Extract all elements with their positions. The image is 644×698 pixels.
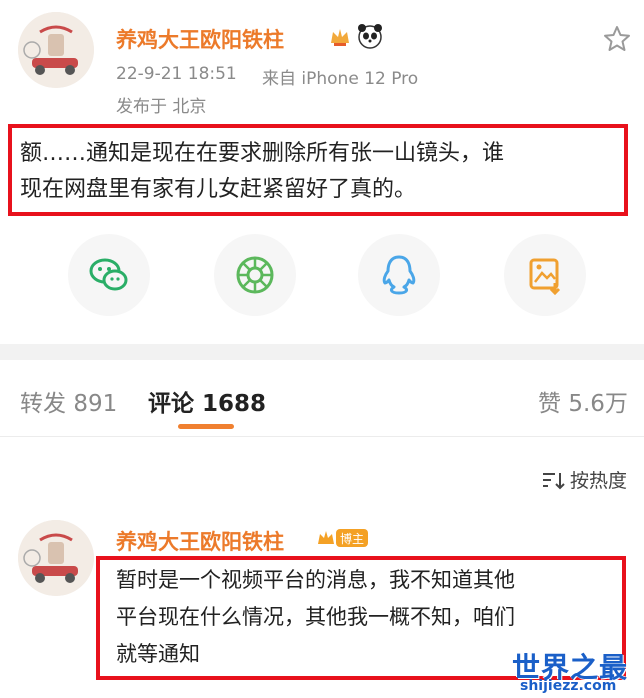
tab-comment-count: 1688 <box>202 391 267 417</box>
active-tab-underline <box>178 424 234 429</box>
tabs-divider <box>0 436 644 437</box>
comment-line-1: 暂时是一个视频平台的消息，我不知道其他 <box>116 568 515 592</box>
badge-crown-icon <box>318 531 334 544</box>
tab-like-count: 5.6万 <box>568 391 628 417</box>
qq-icon <box>382 255 416 295</box>
tab-repost[interactable]: 转发 891 <box>20 384 117 418</box>
tab-comment[interactable]: 评论 1688 <box>148 384 266 418</box>
tab-comment-label: 评论 <box>148 391 194 417</box>
commenter-name[interactable]: 养鸡大王欧阳铁柱 <box>116 526 284 556</box>
save-image-icon <box>529 258 561 295</box>
avatar-illustration <box>18 12 94 88</box>
tab-like[interactable]: 赞 5.6万 <box>538 384 628 418</box>
sort-icon <box>543 472 565 489</box>
save-image-button[interactable] <box>504 234 586 316</box>
author-badge-label: 博主 <box>336 529 369 547</box>
tab-like-label: 赞 <box>538 391 561 417</box>
vip-crown-icon <box>328 24 352 48</box>
post-time: 22-9-21 18:51 <box>116 64 237 84</box>
share-wechat-button[interactable] <box>68 234 150 316</box>
tab-repost-label: 转发 <box>20 391 66 417</box>
moments-icon <box>236 256 274 294</box>
wechat-icon <box>89 258 128 291</box>
comment-line-2: 平台现在什么情况，其他我一概不知，咱们 <box>116 605 515 629</box>
commenter-avatar[interactable] <box>18 520 94 596</box>
post-text-line-1: 额……通知是现在在要求删除所有张一山镜头，谁 <box>20 141 505 166</box>
sort-by-hot-button[interactable]: 按热度 <box>540 466 627 493</box>
sort-label: 按热度 <box>570 470 628 492</box>
panda-icon <box>356 22 384 50</box>
author-name[interactable]: 养鸡大王欧阳铁柱 <box>116 24 284 54</box>
section-divider <box>0 344 644 360</box>
post-location: 发布于 北京 <box>116 97 207 117</box>
watermark-url: shijiezz.com <box>520 678 617 694</box>
favorite-star-icon[interactable] <box>602 24 632 54</box>
author-badge: 博主 <box>316 528 369 548</box>
share-moments-button[interactable] <box>214 234 296 316</box>
share-qq-button[interactable] <box>358 234 440 316</box>
comment-line-3: 就等通知 <box>116 642 200 666</box>
post-text-line-2: 现在网盘里有家有儿女赶紧留好了真的。 <box>20 177 417 202</box>
author-avatar[interactable] <box>18 12 94 88</box>
post-source: 来自 iPhone 12 Pro <box>262 69 419 89</box>
tab-repost-count: 891 <box>73 391 118 417</box>
avatar-illustration <box>18 520 94 596</box>
